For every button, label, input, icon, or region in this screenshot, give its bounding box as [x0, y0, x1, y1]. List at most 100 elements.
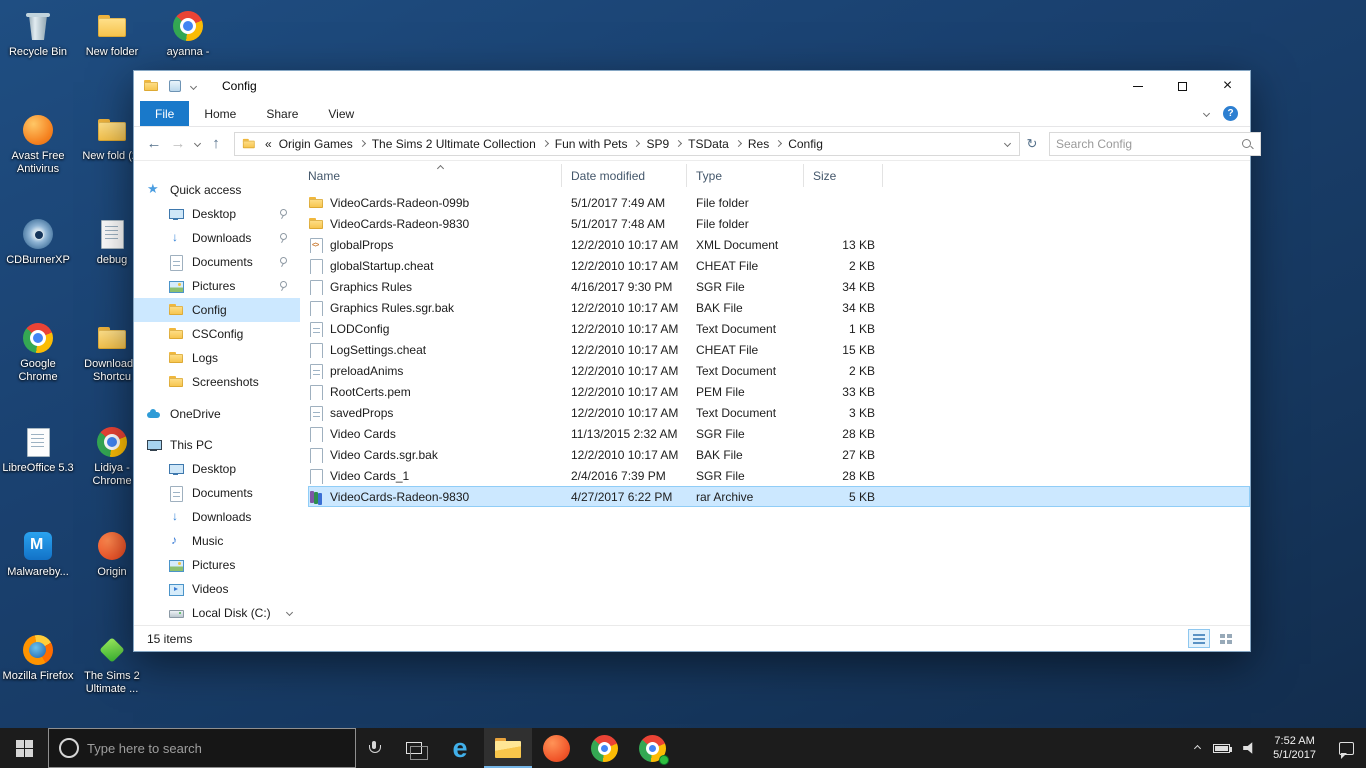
breadcrumb-item[interactable]: The Sims 2 Ultimate Collection	[372, 137, 536, 151]
file-row[interactable]: preloadAnims12/2/2010 10:17 AMText Docum…	[308, 360, 1250, 381]
sidebar-item-screenshots[interactable]: Screenshots	[134, 370, 300, 394]
file-row[interactable]: Graphics Rules4/16/2017 9:30 PMSGR File3…	[308, 276, 1250, 297]
sidebar-item-downloads[interactable]: Downloads	[134, 226, 300, 250]
desktop-icon-firefox[interactable]: Mozilla Firefox	[2, 628, 74, 732]
microphone-button[interactable]	[356, 728, 392, 768]
downloads-icon	[168, 230, 184, 246]
minimize-button[interactable]	[1115, 71, 1160, 101]
breadcrumb-item[interactable]: Config	[788, 137, 823, 151]
sidebar-item-pc-pictures[interactable]: Pictures	[134, 553, 300, 577]
sidebar-item-config[interactable]: Config	[134, 298, 300, 322]
desktop-icon-label: Malwareby...	[7, 566, 69, 579]
file-row[interactable]: RootCerts.pem12/2/2010 10:17 AMPEM File3…	[308, 381, 1250, 402]
maximize-button[interactable]	[1160, 71, 1205, 101]
desktop-icon-malwarebytes[interactable]: Malwareby...	[2, 524, 74, 628]
breadcrumb-overflow[interactable]: «	[265, 137, 272, 151]
qat-properties-icon[interactable]	[169, 80, 181, 92]
sidebar-item-pc-downloads[interactable]: Downloads	[134, 505, 300, 529]
breadcrumb-item[interactable]: TSData	[688, 137, 729, 151]
tray-expand-chevron-icon[interactable]	[1194, 744, 1201, 751]
sidebar-item-logs[interactable]: Logs	[134, 346, 300, 370]
taskbar-search[interactable]	[48, 728, 356, 768]
file-row[interactable]: Video Cards11/13/2015 2:32 AMSGR File28 …	[308, 423, 1250, 444]
sidebar-item-csconfig[interactable]: CSConfig	[134, 322, 300, 346]
file-row[interactable]: VideoCards-Radeon-98305/1/2017 7:48 AMFi…	[308, 213, 1250, 234]
taskbar-app-chrome-profile[interactable]	[628, 728, 676, 768]
action-center-icon[interactable]	[1339, 742, 1354, 755]
file-type: File folder	[686, 196, 803, 210]
sidebar-item-pc-desktop[interactable]: Desktop	[134, 457, 300, 481]
file-row[interactable]: globalStartup.cheat12/2/2010 10:17 AMCHE…	[308, 255, 1250, 276]
desktop-icon-google-chrome[interactable]: Google Chrome	[2, 316, 74, 420]
sidebar-item-this-pc[interactable]: This PC	[134, 433, 300, 457]
file-row[interactable]: VideoCards-Radeon-099b5/1/2017 7:49 AMFi…	[308, 192, 1250, 213]
sidebar-item-quick-access[interactable]: Quick access	[134, 178, 300, 202]
refresh-button[interactable]	[1020, 135, 1044, 152]
file-row[interactable]: savedProps12/2/2010 10:17 AMText Documen…	[308, 402, 1250, 423]
battery-icon[interactable]	[1213, 744, 1230, 753]
search-box[interactable]	[1049, 132, 1261, 156]
file-row[interactable]: globalProps12/2/2010 10:17 AMXML Documen…	[308, 234, 1250, 255]
taskbar-app-origin[interactable]	[532, 728, 580, 768]
ribbon-expand-chevron-icon[interactable]	[1203, 110, 1210, 117]
thumbnails-view-button[interactable]	[1215, 629, 1237, 648]
taskbar-search-input[interactable]	[87, 741, 345, 756]
sidebar-item-documents[interactable]: Documents	[134, 250, 300, 274]
file-date: 12/2/2010 10:17 AM	[561, 343, 686, 357]
chrome-profile-icon	[171, 9, 205, 43]
sidebar-item-pc-documents[interactable]: Documents	[134, 481, 300, 505]
taskbar-app-edge[interactable]: e	[436, 728, 484, 768]
task-view-button[interactable]	[392, 728, 436, 768]
desktop-icon-cdburnerxp[interactable]: CDBurnerXP	[2, 212, 74, 316]
column-header-size[interactable]: Size	[803, 164, 883, 187]
column-header-type[interactable]: Type	[686, 164, 803, 187]
sidebar-item-pc-videos[interactable]: Videos	[134, 577, 300, 601]
desktop-icon-avast[interactable]: Avast Free Antivirus	[2, 108, 74, 212]
file-row[interactable]: Graphics Rules.sgr.bak12/2/2010 10:17 AM…	[308, 297, 1250, 318]
sidebar-item-onedrive[interactable]: OneDrive	[134, 402, 300, 426]
recent-locations-button[interactable]	[190, 141, 204, 146]
file-row[interactable]: Video Cards.sgr.bak12/2/2010 10:17 AMBAK…	[308, 444, 1250, 465]
desktop-icon-label: debug	[97, 254, 128, 267]
qat-customize-chevron-icon[interactable]	[190, 82, 197, 89]
up-button[interactable]	[204, 135, 228, 152]
start-button[interactable]	[0, 728, 48, 768]
tab-view[interactable]: View	[313, 101, 369, 126]
sidebar-item-local-disk-c[interactable]: Local Disk (C:)	[134, 601, 300, 625]
folder-icon	[168, 350, 184, 366]
forward-button[interactable]	[166, 135, 190, 152]
sidebar-item-pc-music[interactable]: Music	[134, 529, 300, 553]
sidebar-item-pictures[interactable]: Pictures	[134, 274, 300, 298]
breadcrumb-item[interactable]: SP9	[646, 137, 669, 151]
file-row[interactable]: Video Cards_12/4/2016 7:39 PMSGR File28 …	[308, 465, 1250, 486]
tab-share[interactable]: Share	[251, 101, 313, 126]
desktop-icon-libreoffice[interactable]: LibreOffice 5.3	[2, 420, 74, 524]
taskbar-app-chrome[interactable]	[580, 728, 628, 768]
file-size: 28 KB	[803, 427, 883, 441]
breadcrumb-item[interactable]: Origin Games	[279, 137, 353, 151]
close-button[interactable]	[1205, 71, 1250, 101]
file-date: 12/2/2010 10:17 AM	[561, 406, 686, 420]
address-dropdown-button[interactable]	[1005, 141, 1012, 146]
desktop-icon-recycle-bin[interactable]: Recycle Bin	[2, 4, 74, 108]
tab-file[interactable]: File	[140, 101, 189, 126]
back-button[interactable]	[142, 135, 166, 152]
column-header-date-modified[interactable]: Date modified	[561, 164, 686, 187]
volume-icon[interactable]	[1243, 742, 1256, 754]
tab-home[interactable]: Home	[189, 101, 251, 126]
sidebar-item-desktop[interactable]: Desktop	[134, 202, 300, 226]
breadcrumb[interactable]: « Origin Games The Sims 2 Ultimate Colle…	[234, 132, 1020, 156]
clock[interactable]: 7:52 AM 5/1/2017	[1269, 734, 1320, 762]
file-row[interactable]: LODConfig12/2/2010 10:17 AMText Document…	[308, 318, 1250, 339]
taskbar-app-file-explorer[interactable]	[484, 728, 532, 768]
title-bar[interactable]: Config	[134, 71, 1250, 101]
help-icon[interactable]	[1223, 106, 1238, 121]
details-view-button[interactable]	[1188, 629, 1210, 648]
column-header-name[interactable]: Name	[308, 164, 561, 187]
breadcrumb-item[interactable]: Res	[748, 137, 769, 151]
search-icon[interactable]	[1240, 137, 1254, 151]
file-row[interactable]: LogSettings.cheat12/2/2010 10:17 AMCHEAT…	[308, 339, 1250, 360]
breadcrumb-item[interactable]: Fun with Pets	[555, 137, 628, 151]
file-row-selected[interactable]: VideoCards-Radeon-98304/27/2017 6:22 PMr…	[308, 486, 1250, 507]
search-input[interactable]	[1056, 137, 1240, 151]
